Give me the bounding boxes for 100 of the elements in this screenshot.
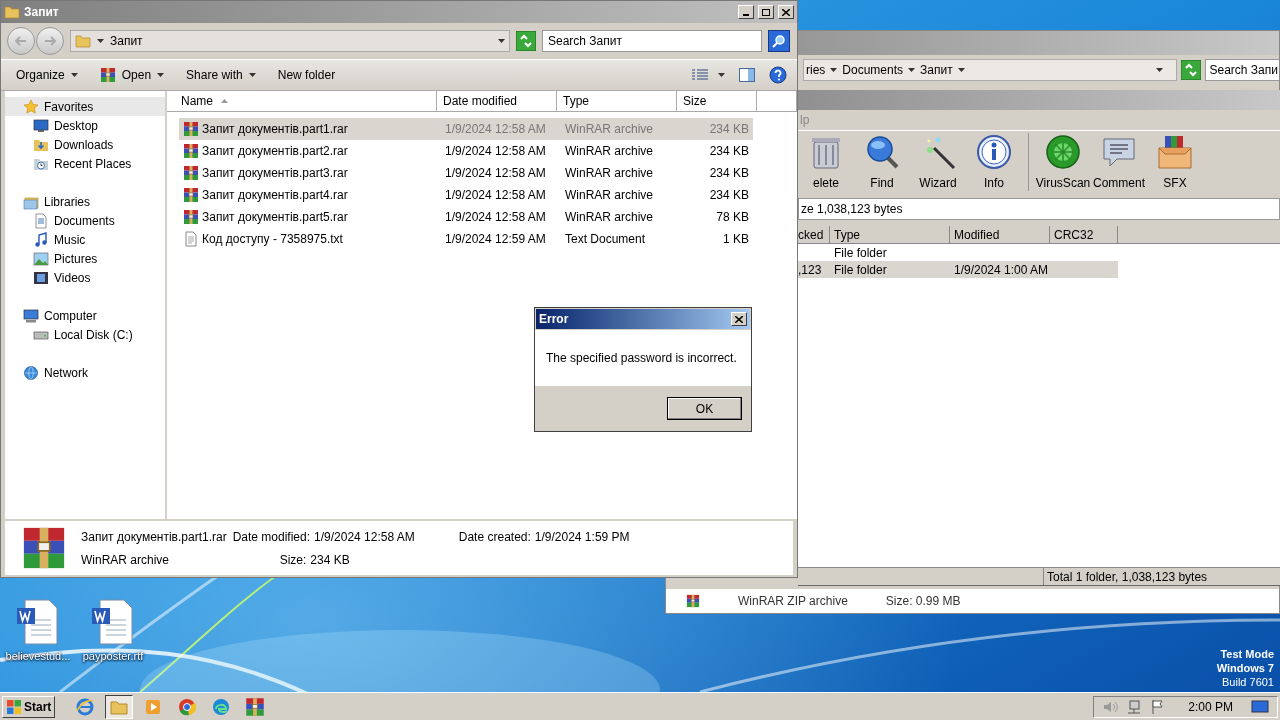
archive-books-icon: [99, 67, 116, 83]
monitor-icon[interactable]: [1251, 698, 1269, 715]
toolbar-button[interactable]: Share with: [175, 63, 267, 87]
nav-item[interactable]: Downloads: [5, 135, 165, 154]
ok-button[interactable]: OK: [667, 397, 742, 420]
table-cell-text: WinRAR archive: [564, 209, 655, 226]
column-header[interactable]: Size: [677, 91, 757, 111]
toolbar-button[interactable]: SFX: [1147, 134, 1203, 192]
nav-item[interactable]: Recent Places: [5, 154, 165, 173]
column-header[interactable]: Type: [830, 226, 950, 243]
file-row[interactable]: Запит документів.part1.rar 1/9/2024 12:58 AM WinRAR archive 234 KB: [179, 118, 753, 140]
nav-item[interactable]: Videos: [5, 268, 165, 287]
bug-shield-icon: [1045, 134, 1081, 170]
preview-pane-icon[interactable]: [739, 68, 755, 82]
maximize-icon: [762, 8, 770, 16]
dropdown-caret-icon: [1155, 68, 1163, 72]
close-icon: [782, 8, 790, 16]
nav-item[interactable]: Pictures: [5, 249, 165, 268]
refresh-icon[interactable]: [516, 31, 536, 51]
file-name: Запит документів.part2.rar: [202, 143, 348, 160]
nav-item[interactable]: Local Disk (C:): [5, 325, 165, 344]
maximize-button[interactable]: [758, 5, 774, 19]
table-cell-text: 234 KB: [708, 121, 750, 138]
star-icon: [23, 98, 39, 115]
film-icon: [33, 269, 49, 286]
toolbar-button[interactable]: Find: [854, 134, 910, 192]
file-row[interactable]: Код доступу - 7358975.txt 1/9/2024 12:59 AM Text Document 1 KB: [179, 228, 753, 250]
breadcrumb-item[interactable]: Documents: [842, 61, 904, 79]
column-header[interactable]: Date modified: [437, 91, 557, 111]
dialog-message: The specified password is incorrect.: [546, 350, 737, 367]
field-value: 1/9/2024 1:59 PM: [534, 528, 630, 546]
column-header[interactable]: CRC32: [1050, 226, 1118, 243]
toolbar-button[interactable]: Comment: [1091, 134, 1147, 192]
help-icon[interactable]: [769, 66, 787, 84]
caret-icon: [157, 73, 165, 77]
nav-item[interactable]: Favorites: [5, 97, 165, 116]
refresh-icon[interactable]: [1180, 60, 1201, 80]
search-field[interactable]: Search Запит: [542, 30, 762, 52]
search-field[interactable]: Search Запи: [1204, 59, 1279, 81]
close-button[interactable]: [731, 312, 747, 326]
table-cell-text: 1/9/2024 12:59 AM: [444, 231, 547, 248]
file-row[interactable]: Запит документів.part3.rar 1/9/2024 12:58 AM WinRAR archive 234 KB: [179, 162, 753, 184]
file-row[interactable]: Запит документів.part4.rar 1/9/2024 12:58 AM WinRAR archive 234 KB: [179, 184, 753, 206]
text-file-icon: [183, 231, 199, 247]
file-name: Код доступу - 7358975.txt: [202, 231, 343, 248]
toolbar-button[interactable]: Organize: [5, 63, 89, 87]
nav-item[interactable]: Network: [5, 363, 165, 382]
status-text: Total 1 folder, 1,038,123 bytes: [1046, 568, 1209, 586]
nav-item[interactable]: Desktop: [5, 116, 165, 135]
file-row[interactable]: Запит документів.part5.rar 1/9/2024 12:58 AM WinRAR archive 78 KB: [179, 206, 753, 228]
close-icon: [735, 315, 743, 323]
clock-text[interactable]: 2:00 PM: [1188, 697, 1233, 716]
os-notice-text: Test Mode: [1220, 647, 1274, 661]
window-title: Запит: [24, 4, 59, 21]
file-name: Запит документів.part4.rar: [202, 187, 348, 204]
file-name: Запит документів.part3.rar: [202, 165, 348, 182]
start-button[interactable]: Start: [2, 695, 56, 718]
toolbar-button[interactable]: Wizard: [910, 134, 966, 192]
address-bar[interactable]: Запит: [70, 30, 510, 52]
close-button[interactable]: [778, 5, 794, 19]
toolbar-button[interactable]: New folder: [266, 63, 347, 87]
minimize-button[interactable]: [738, 5, 754, 19]
table-cell-text: Text Document: [564, 231, 647, 248]
archive-books-icon: [183, 121, 199, 137]
network-icon[interactable]: [1126, 698, 1143, 715]
address-bar[interactable]: ries Documents Запит: [803, 59, 1177, 81]
list-row[interactable]: ,123 File folder 1/9/2024 1:00 AM: [798, 261, 1118, 278]
table-cell-text: 234 KB: [708, 165, 750, 182]
caret-icon: [908, 68, 916, 72]
column-header[interactable]: Name: [175, 91, 437, 111]
toolbar-button[interactable]: Info: [966, 134, 1022, 192]
nav-item[interactable]: Libraries: [5, 192, 165, 211]
word-document-icon[interactable]: [15, 598, 61, 646]
table-cell-text: WinRAR archive: [564, 143, 655, 160]
toolbar-button[interactable]: elete: [798, 134, 854, 192]
table-cell-text: WinRAR archive: [564, 121, 655, 138]
nav-item[interactable]: Music: [5, 230, 165, 249]
table-cell-text: 78 KB: [715, 209, 750, 226]
image-icon: [33, 250, 49, 267]
arrow-right-icon: [44, 36, 56, 46]
details-text: Size: 0.99 MB: [885, 593, 961, 610]
column-header[interactable]: Type: [557, 91, 677, 111]
search-button[interactable]: [768, 30, 790, 52]
arrow-left-icon: [15, 36, 27, 46]
breadcrumb-item[interactable]: ries: [806, 61, 826, 79]
field-value: 234 KB: [310, 551, 350, 569]
archive-books-icon: [183, 187, 199, 203]
info-icon: [976, 134, 1012, 170]
taskbar-button[interactable]: [105, 694, 134, 719]
column-header[interactable]: Modified: [950, 226, 1050, 243]
toolbar-button[interactable]: VirusScan: [1035, 134, 1091, 192]
nav-item[interactable]: Documents: [5, 211, 165, 230]
windows-flag-icon: [6, 698, 22, 715]
file-row[interactable]: Запит документів.part2.rar 1/9/2024 12:58 AM WinRAR archive 234 KB: [179, 140, 753, 162]
nav-item[interactable]: Computer: [5, 306, 165, 325]
table-cell-text: 1/9/2024 12:58 AM: [444, 143, 547, 160]
toolbar-button[interactable]: Open: [88, 63, 176, 87]
word-document-icon[interactable]: [90, 598, 136, 646]
breadcrumb-item[interactable]: Запит: [920, 61, 953, 79]
list-row[interactable]: File folder: [798, 244, 1118, 261]
